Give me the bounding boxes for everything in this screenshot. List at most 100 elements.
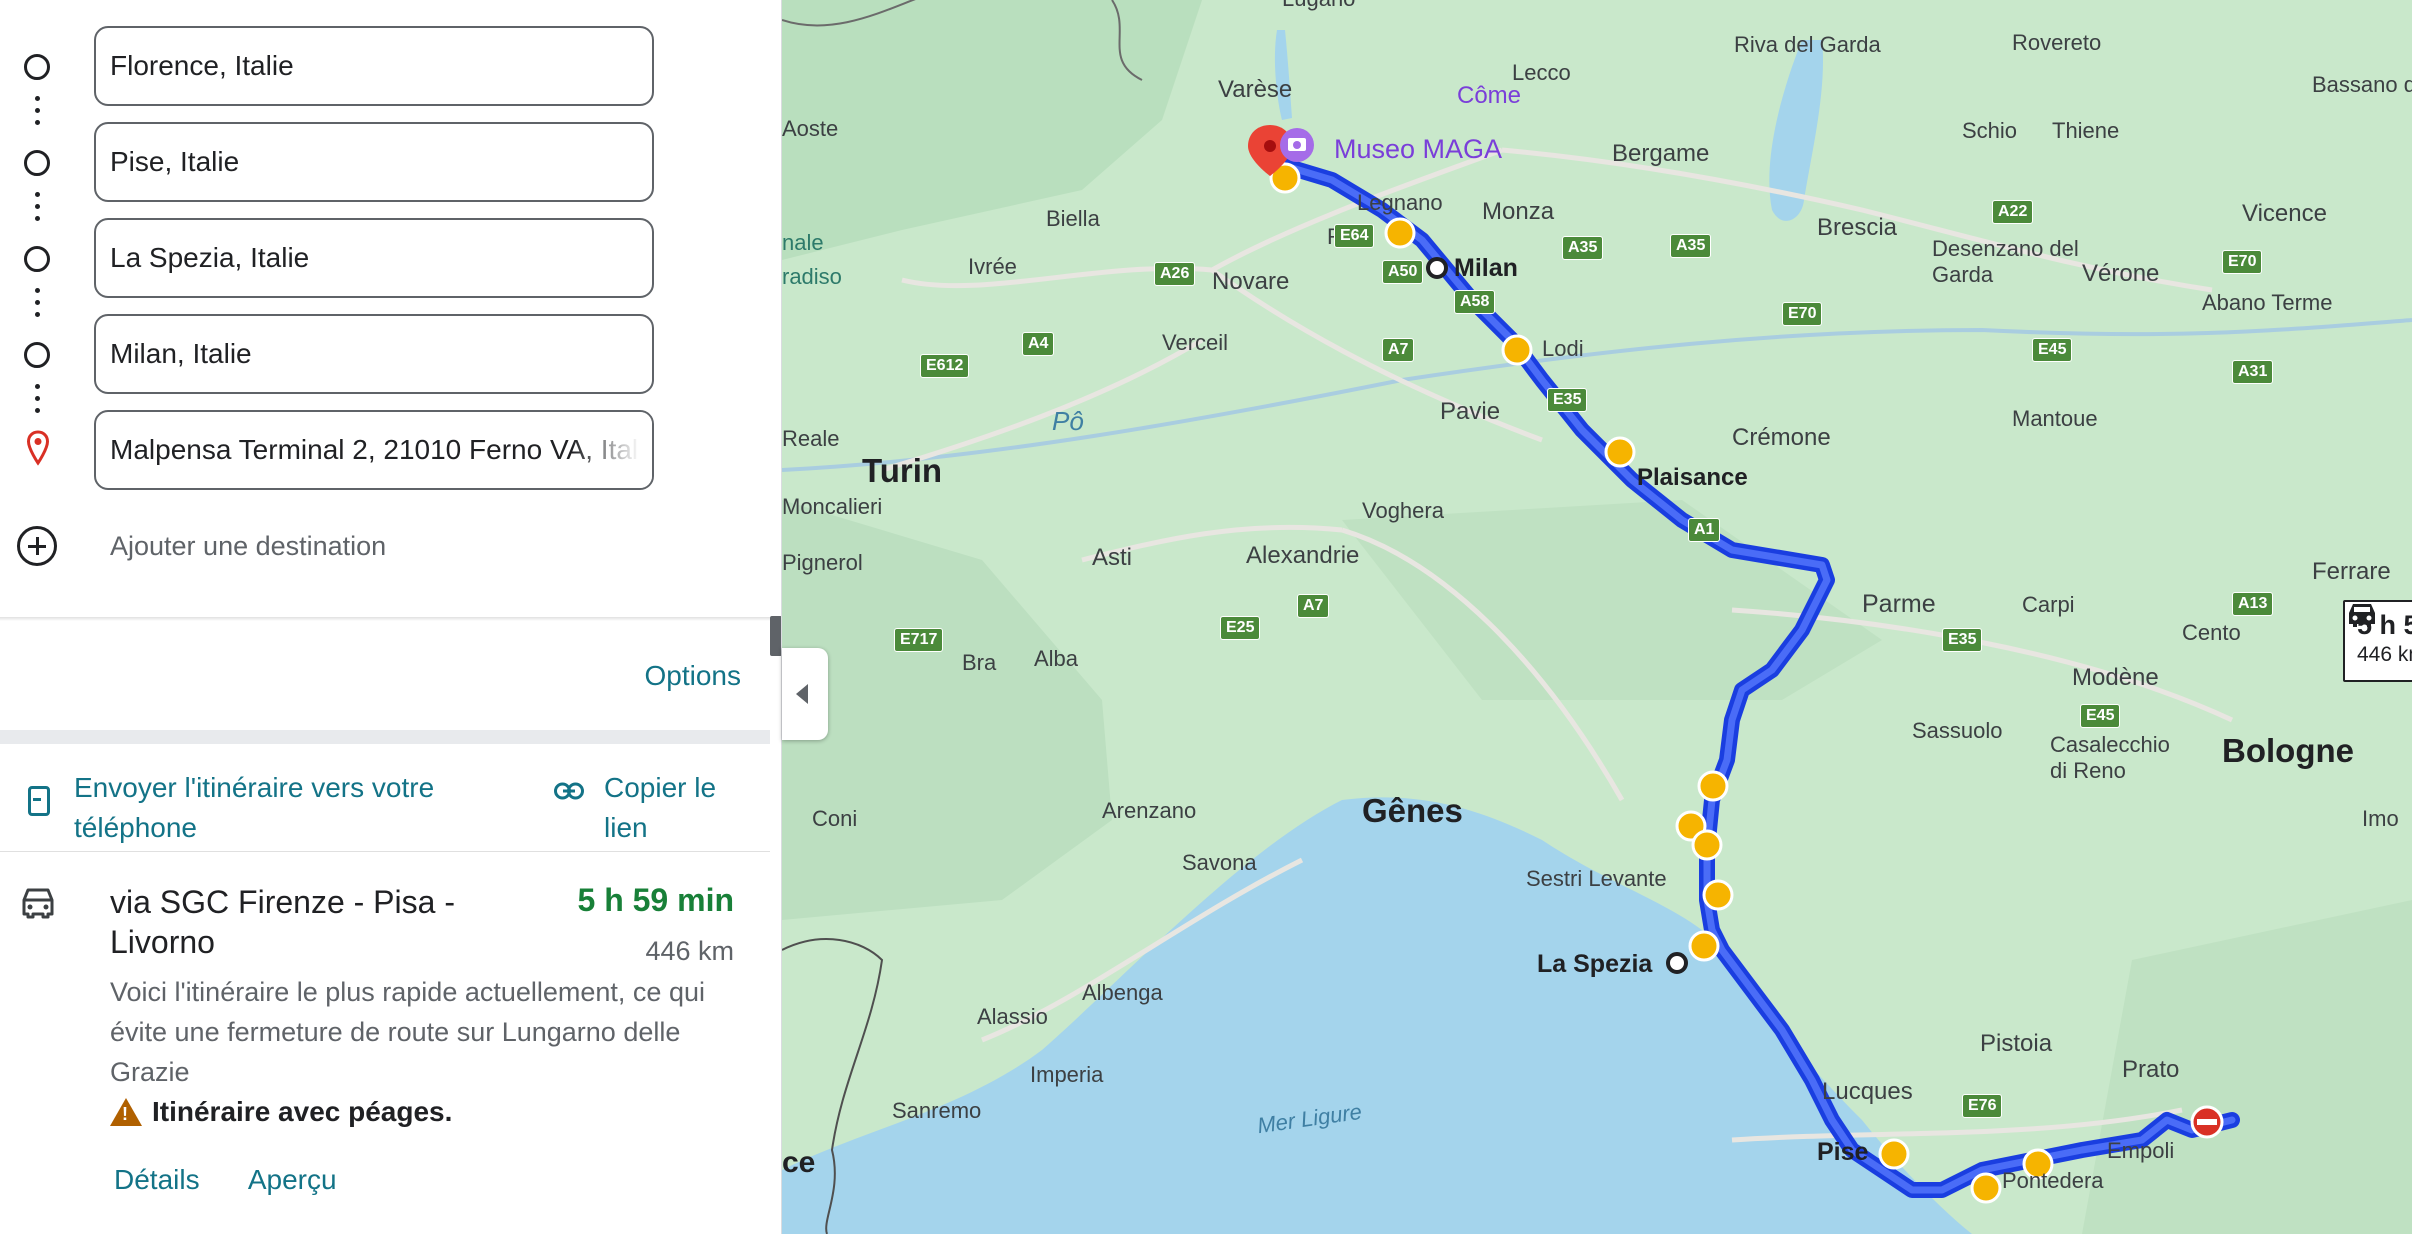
stop-input-2[interactable]: Pise, Italie	[94, 122, 654, 202]
tooltip-distance: 446 km	[2357, 643, 2412, 666]
divider	[0, 617, 770, 621]
map-label-verone: Vérone	[2082, 260, 2160, 287]
highway-shield: E70	[2222, 250, 2263, 274]
highway-shield: E70	[1782, 302, 1823, 326]
map-label-pavie: Pavie	[1440, 398, 1501, 425]
stop-value: La Spezia, Italie	[110, 242, 310, 273]
highway-shield: A58	[1454, 290, 1496, 314]
highway-shield: E45	[2080, 704, 2121, 728]
highway-shield: A26	[1154, 262, 1196, 286]
waypoint-circle-icon	[24, 246, 50, 272]
map-label-empoli: Empoli	[2107, 1138, 2175, 1163]
map-label-moncalieri: Moncalieri	[782, 494, 883, 519]
map-label-arenzano: Arenzano	[1102, 798, 1197, 823]
map-label-schio: Schio	[1962, 118, 2018, 143]
map-label-modene: Modène	[2072, 664, 2159, 691]
route-links: Détails Aperçu	[114, 1164, 379, 1196]
highway-shield: A7	[1382, 338, 1415, 362]
route-tooltip-time: 5 h 59 min	[2349, 604, 2412, 641]
highway-shield: A1	[1688, 518, 1721, 542]
map-label-savona: Savona	[1182, 850, 1257, 875]
map-label-ivree: Ivrée	[968, 254, 1017, 279]
map-label-la-spezia: La Spezia	[1537, 950, 1653, 978]
map[interactable]: Lugano Varèse Côme Lecco Riva del Garda …	[782, 0, 2412, 1234]
highway-shield: E25	[1220, 616, 1261, 640]
map-label-park-2: radiso	[782, 264, 842, 289]
map-label-voghera: Voghera	[1362, 498, 1444, 523]
stop-row-1: Florence, Italie	[0, 26, 781, 106]
warning-icon	[110, 1098, 142, 1126]
map-label-cremone: Crémone	[1732, 424, 1831, 451]
send-to-phone-label: Envoyer l'itinéraire vers votre téléphon…	[74, 772, 435, 843]
map-label-museo-maga[interactable]: Museo MAGA	[1334, 134, 1502, 165]
map-label-lecco: Lecco	[1512, 60, 1571, 85]
collapse-panel-button[interactable]	[782, 648, 828, 740]
highway-shield: A4	[1022, 332, 1055, 356]
map-label-turin: Turin	[862, 452, 943, 489]
route-option[interactable]: via SGC Firenze - Pisa - Livorno 5 h 59 …	[0, 860, 770, 1234]
highway-shield: A35	[1562, 236, 1604, 260]
car-icon	[2349, 604, 2375, 627]
map-label-imperia: Imperia	[1030, 1062, 1104, 1087]
waypoint-circle-icon	[24, 54, 50, 80]
map-label-milan: Milan	[1454, 254, 1518, 282]
map-label-parme: Parme	[1862, 590, 1936, 618]
highway-shield: A50	[1382, 260, 1424, 284]
map-label-casalecchio: Casalecchio di Reno	[2050, 732, 2170, 783]
map-label-monza: Monza	[1482, 198, 1555, 225]
map-label-mantoue: Mantoue	[2012, 406, 2098, 431]
map-label-cento: Cento	[2182, 620, 2241, 645]
highway-shield: A13	[2232, 592, 2274, 616]
add-destination-label: Ajouter une destination	[110, 531, 387, 561]
highway-shield: A7	[1297, 594, 1330, 618]
preview-button[interactable]: Aperçu	[248, 1164, 337, 1195]
stop-input-1[interactable]: Florence, Italie	[94, 26, 654, 106]
map-label-varese: Varèse	[1218, 76, 1293, 103]
map-label-nice: ce	[782, 1146, 816, 1179]
stop-value: Pise, Italie	[110, 146, 240, 177]
map-label-sanremo: Sanremo	[892, 1098, 982, 1123]
send-to-phone-icon	[28, 786, 50, 816]
map-label-asti: Asti	[1092, 544, 1133, 571]
destination-input[interactable]: Malpensa Terminal 2, 21010 Ferno VA, Ita…	[94, 410, 654, 490]
panel-scrollbar[interactable]	[770, 616, 781, 656]
route-duration: 5 h 59 min	[577, 882, 735, 918]
map-label-lodi: Lodi	[1542, 336, 1584, 361]
map-label-lucques: Lucques	[1822, 1078, 1913, 1105]
map-label-pistoia: Pistoia	[1980, 1030, 2053, 1057]
section-divider	[0, 730, 770, 744]
highway-shield: A31	[2232, 360, 2274, 384]
map-label-alba: Alba	[1034, 646, 1079, 671]
destination-pin-icon	[26, 430, 50, 466]
route-tooltip[interactable]: 5 h 59 min 446 km	[2343, 600, 2412, 682]
map-label-thiene: Thiene	[2052, 118, 2120, 143]
highway-shield: A35	[1670, 234, 1712, 258]
map-label-vicence: Vicence	[2242, 200, 2327, 227]
stop-input-3[interactable]: La Spezia, Italie	[94, 218, 654, 298]
stop-row-4: Milan, Italie	[0, 314, 781, 394]
highway-shield: E35	[1942, 628, 1983, 652]
highway-shield: E76	[1962, 1094, 2003, 1118]
toll-warning-text: Itinéraire avec péages.	[152, 1096, 453, 1127]
route-description: Voici l'itinéraire le plus rapide actuel…	[110, 977, 705, 1087]
copy-link-button[interactable]: Copier le lien	[552, 758, 752, 843]
car-icon	[22, 888, 54, 919]
details-button[interactable]: Détails	[114, 1164, 200, 1195]
map-label-albenga: Albenga	[1082, 980, 1163, 1005]
highway-shield: A22	[1992, 200, 2034, 224]
map-label-prato: Prato	[2122, 1056, 2180, 1083]
map-label-rovereto: Rovereto	[2012, 30, 2102, 55]
map-label-riva: Riva del Garda	[1734, 32, 1881, 57]
stop-row-2: Pise, Italie	[0, 122, 781, 202]
add-circle-icon	[17, 526, 57, 566]
send-to-phone-button[interactable]: Envoyer l'itinéraire vers votre téléphon…	[24, 758, 544, 843]
map-label-carpi: Carpi	[2022, 592, 2075, 617]
add-destination-button[interactable]: Ajouter une destination	[0, 505, 781, 585]
map-label-coni: Coni	[812, 806, 858, 831]
highway-shield: E45	[2032, 338, 2073, 362]
map-label-sestri: Sestri Levante	[1526, 866, 1667, 891]
options-button[interactable]: Options	[645, 660, 742, 692]
stop-input-4[interactable]: Milan, Italie	[94, 314, 654, 394]
map-label-reale: Reale	[782, 426, 840, 451]
highway-shield: E612	[920, 354, 970, 378]
